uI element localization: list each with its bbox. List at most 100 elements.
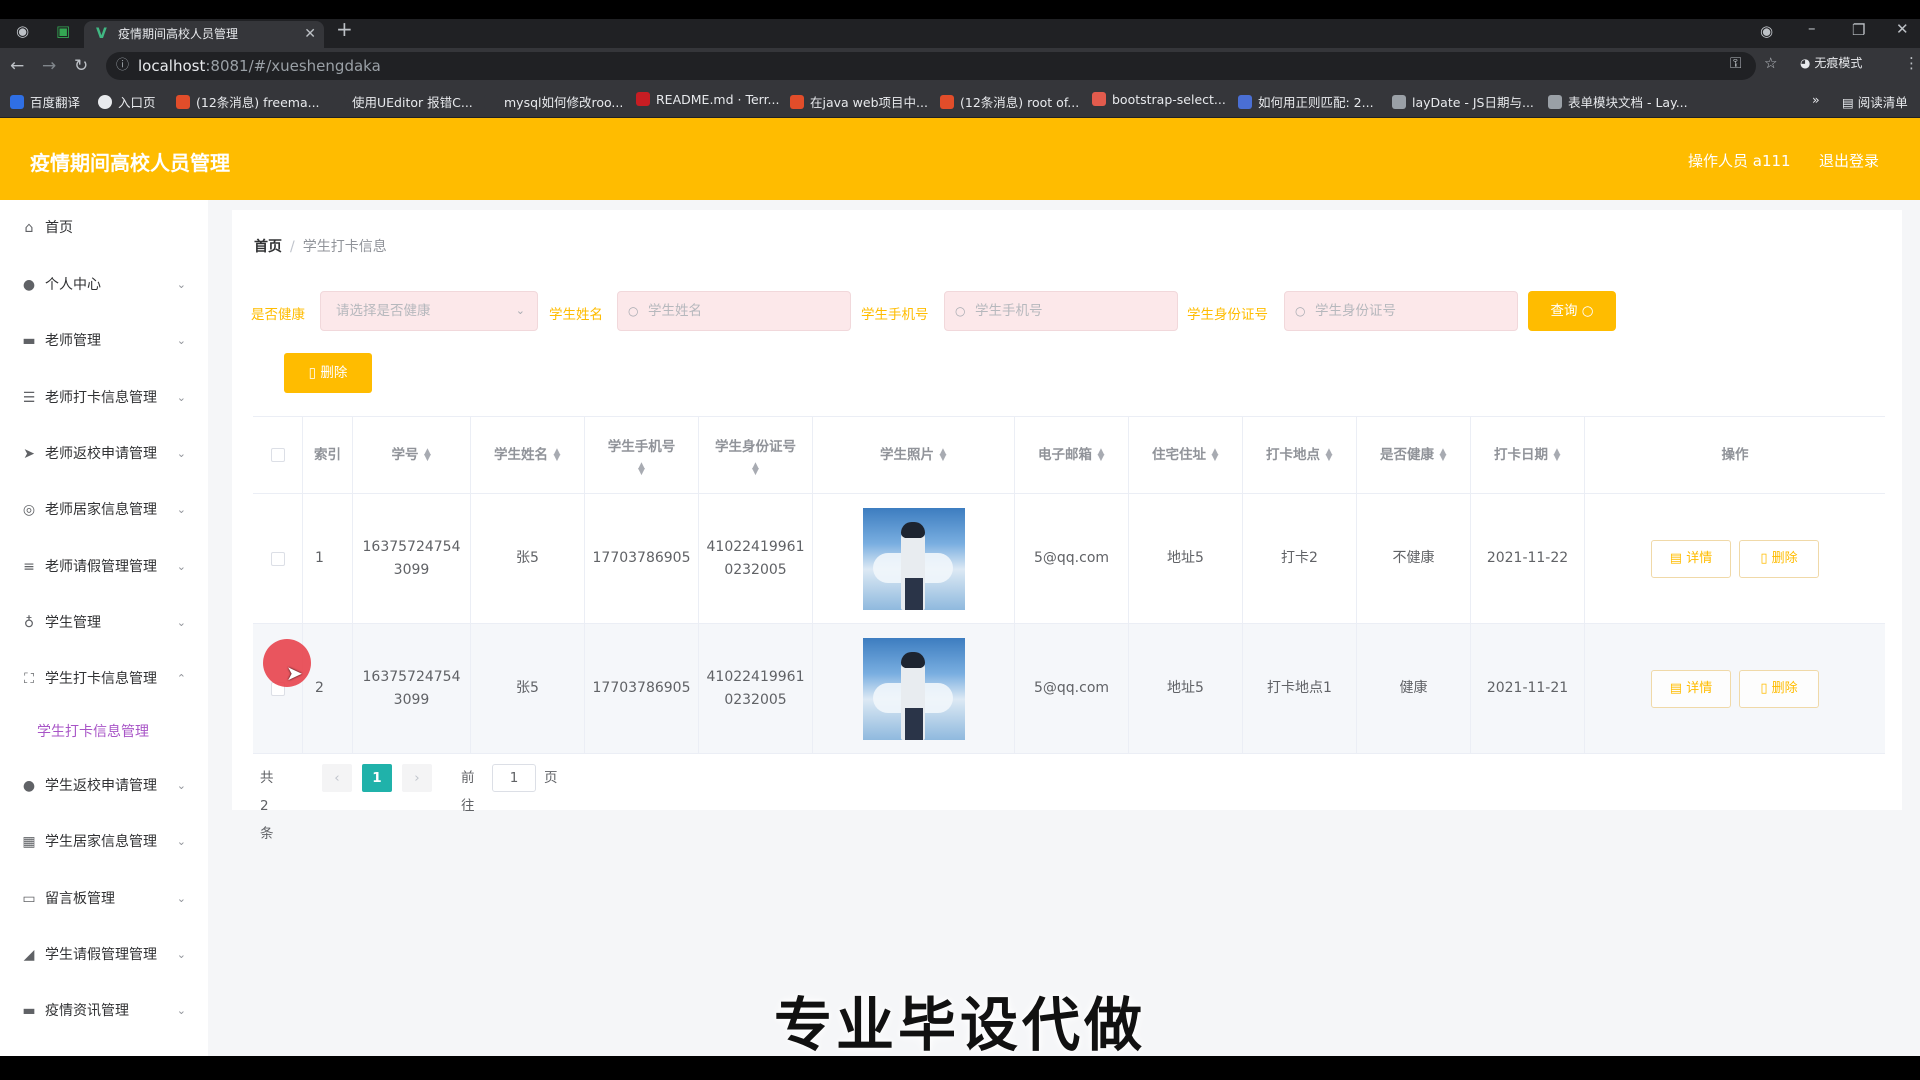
sidebar-item-student-return[interactable]: ● 学生返校申请管理 ⌄ (0, 761, 208, 811)
breadcrumb-home[interactable]: 首页 (254, 239, 282, 255)
reload-icon[interactable]: ↻ (74, 56, 88, 76)
sidebar-item-student-checkin[interactable]: ⛶ 学生打卡信息管理 ⌃ (0, 654, 208, 704)
sidebar-item-students[interactable]: ♁ 学生管理 ⌄ (0, 598, 208, 648)
sidebar-item-student-leave[interactable]: ◢ 学生请假管理管理 ⌄ (0, 930, 208, 980)
sidebar-item-student-home[interactable]: ▦ 学生居家信息管理 ⌄ (0, 817, 208, 867)
logout-button[interactable]: 退出登录 (1819, 150, 1879, 171)
more-bookmarks-icon[interactable]: » (1812, 92, 1820, 107)
th-name[interactable]: 学生姓名 ▲ ▼ (471, 417, 585, 493)
site-info-icon[interactable]: ⓘ (116, 52, 129, 80)
th-xuehao[interactable]: 学号 ▲ ▼ (353, 417, 471, 493)
sort-icon[interactable]: ▲ ▼ (752, 461, 760, 476)
page-number-active[interactable]: 1 (362, 764, 392, 792)
th-photo[interactable]: 学生照片 ▲ ▼ (813, 417, 1015, 493)
window-close-icon[interactable]: ✕ (1896, 20, 1909, 38)
th-address[interactable]: 住宅住址 ▲ ▼ (1129, 417, 1243, 493)
star-icon[interactable]: ☆ (1764, 54, 1777, 72)
sort-icon[interactable]: ▲ ▼ (939, 448, 947, 463)
sort-icon[interactable]: ▲ ▼ (1211, 448, 1219, 463)
bookmark-item[interactable]: bootstrap-select... (1092, 92, 1226, 107)
sidebar-item-teacher-checkin[interactable]: ☰ 老师打卡信息管理 ⌄ (0, 373, 208, 423)
profile-badge[interactable]: ◕ 无痕模式 (1800, 54, 1862, 71)
th-date[interactable]: 打卡日期 ▲ ▼ (1471, 417, 1585, 493)
app-icon[interactable]: ▣ (56, 22, 70, 40)
forward-icon[interactable]: → (42, 56, 56, 76)
student-photo[interactable] (862, 507, 965, 610)
health-select-placeholder: 请选择是否健康 (336, 303, 431, 319)
minimize-icon[interactable]: – (1808, 19, 1816, 37)
delete-button[interactable]: ▯ 删除 (1739, 539, 1819, 578)
health-select[interactable]: 请选择是否健康 ⌄ (320, 291, 538, 331)
screen-top-bar (0, 0, 1920, 19)
sidebar-item-teacher-return[interactable]: ➤ 老师返校申请管理 ⌄ (0, 429, 208, 479)
query-button[interactable]: 查询 ○ (1528, 291, 1616, 331)
th-health[interactable]: 是否健康 ▲ ▼ (1357, 417, 1471, 493)
sort-icon[interactable]: ▲ ▼ (1097, 448, 1105, 463)
cell-xuehao-line1: 16375724754 (362, 538, 461, 555)
sort-icon[interactable]: ▲ ▼ (553, 448, 561, 463)
row-checkbox[interactable] (270, 551, 285, 566)
sidebar-item-teacher-leave[interactable]: ≡ 老师请假管理管理 ⌄ (0, 542, 208, 592)
bookmark-item[interactable]: 如何用正则匹配: 2... (1238, 92, 1374, 111)
bookmark-item[interactable]: README.md · Terr... (636, 92, 779, 107)
sort-icon[interactable]: ▲ ▼ (424, 448, 432, 463)
sidebar-item-teacher-home[interactable]: ◎ 老师居家信息管理 ⌄ (0, 485, 208, 535)
batch-delete-button[interactable]: ▯ 删除 (284, 353, 372, 393)
bookmark-item[interactable]: layDate - JS日期与... (1392, 92, 1534, 111)
th-email[interactable]: 电子邮箱 ▲ ▼ (1015, 417, 1129, 493)
bookmark-item[interactable]: (12条消息) root of... (940, 92, 1079, 111)
phone-search-input[interactable]: ○ 学生手机号 (944, 291, 1178, 331)
cell-place: 打卡地点1 (1243, 624, 1357, 753)
key-icon[interactable]: ⚿ (1730, 54, 1741, 72)
trash-icon: ▯ (1760, 680, 1768, 696)
goto-page-input[interactable]: 1 (492, 764, 536, 792)
row-checkbox-cell (253, 494, 303, 623)
table-row: 1 16375724754 3099 张5 17703786905 4102241… (253, 494, 1885, 624)
detail-button[interactable]: ▤ 详情 (1651, 669, 1731, 708)
idcard-search-input[interactable]: ○ 学生身份证号 (1284, 291, 1518, 331)
student-photo[interactable] (862, 637, 965, 740)
delete-button[interactable]: ▯ 删除 (1739, 669, 1819, 708)
detail-button[interactable]: ▤ 详情 (1651, 539, 1731, 578)
sidebar-item-teachers[interactable]: ▬ 老师管理 ⌄ (0, 316, 208, 366)
sidebar-subitem-student-checkin[interactable]: 学生打卡信息管理 (0, 707, 208, 757)
th-idcard[interactable]: 学生身份证号 ▲ ▼ (699, 417, 813, 493)
sort-icon[interactable]: ▲ ▼ (1439, 448, 1447, 463)
name-search-input[interactable]: ○ 学生姓名 (617, 291, 851, 331)
sort-icon[interactable]: ▲ ▼ (1325, 448, 1333, 463)
document-icon: ▤ (1669, 680, 1683, 696)
bookmark-item[interactable]: mysql如何修改roo... (484, 92, 623, 111)
chevron-down-icon: ⌄ (515, 304, 525, 317)
close-tab-icon[interactable]: ✕ (304, 21, 316, 48)
chevron-down-icon: ⌄ (176, 560, 186, 573)
bookmark-item[interactable]: (12条消息) freema... (176, 92, 320, 111)
th-name-label: 学生姓名 (494, 446, 548, 463)
media-icon[interactable]: ◉ (1760, 22, 1773, 40)
sort-icon[interactable]: ▲ ▼ (638, 461, 646, 476)
globe-icon: ◎ (22, 502, 36, 518)
reading-list[interactable]: ▤ 阅读清单 (1842, 92, 1908, 111)
fullscreen-icon: ⛶ (24, 671, 34, 687)
restore-icon[interactable]: ❐ (1852, 21, 1865, 39)
url-input[interactable]: ⓘ localhost:8081/#/xueshengdaka (106, 52, 1756, 80)
sort-icon[interactable]: ▲ ▼ (1553, 448, 1561, 463)
new-tab-icon[interactable]: + (336, 17, 353, 41)
select-all-checkbox[interactable] (270, 448, 285, 462)
th-place[interactable]: 打卡地点 ▲ ▼ (1243, 417, 1357, 493)
bookmark-item[interactable]: 百度翻译 (10, 92, 80, 111)
sidebar-item-personal[interactable]: ● 个人中心 ⌄ (0, 260, 208, 310)
back-icon[interactable]: ← (10, 56, 24, 76)
bookmark-item[interactable]: 表单模块文档 - Lay... (1548, 92, 1688, 111)
sidebar-item-messages[interactable]: ▭ 留言板管理 ⌄ (0, 874, 208, 924)
browser-menu-icon[interactable]: ◉ (16, 22, 29, 40)
bookmark-item[interactable]: 使用UEditor 报错C... (332, 92, 473, 111)
sidebar-item-home[interactable]: ⌂ 首页 (0, 203, 208, 253)
bookmark-item[interactable]: 在java web项目中... (790, 92, 928, 111)
more-menu-icon[interactable]: ⋮ (1904, 54, 1919, 72)
idcard-label: 学生身份证号 (1187, 307, 1268, 323)
next-page-icon[interactable]: › (402, 764, 432, 792)
th-phone[interactable]: 学生手机号 ▲ ▼ (585, 417, 699, 493)
prev-page-icon[interactable]: ‹ (322, 764, 352, 792)
browser-tab[interactable]: V 疫情期间高校人员管理 ✕ (84, 21, 324, 48)
bookmark-item[interactable]: 入口页 (98, 92, 156, 111)
